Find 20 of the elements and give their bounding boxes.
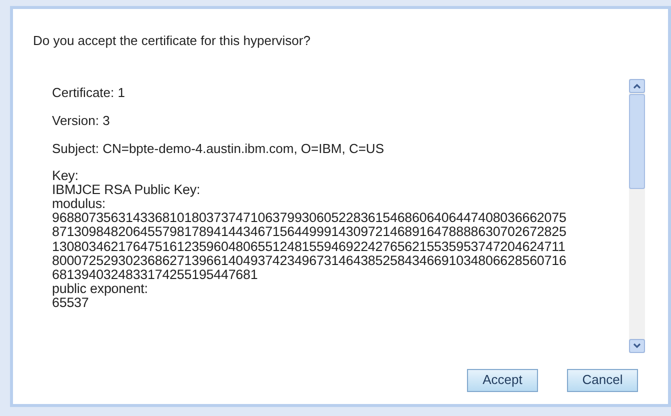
key-line: 65537: [52, 296, 89, 311]
key-line: public exponent:: [52, 282, 148, 296]
certificate-field: Version: 3: [52, 112, 110, 128]
dialog-button[interactable]: Cancel: [567, 368, 638, 392]
key-line: 1308034621764751612359604806551248155946922427656215535953747204624711: [52, 240, 566, 254]
certificate-field: Subject: CN=bpte-demo-4.austin.ibm.com, O=IBM, C=US: [52, 140, 384, 156]
scroll-up-icon[interactable]: [629, 78, 645, 92]
key-line: 8713098482064557981789414434671564499914309721468916478888630702672825: [52, 225, 566, 240]
key-line: IBMJCE RSA Public Key:: [52, 182, 200, 197]
key-line: 9688073563143368101803737471063799306052283615468606406447408036662075: [52, 211, 566, 226]
key-line: Key:: [52, 168, 78, 183]
certificate-field: Certificate: 1: [52, 84, 125, 100]
scrollbar[interactable]: [629, 78, 645, 352]
dialog-button[interactable]: Accept: [467, 368, 538, 392]
key-line: 6813940324833174255195447681: [52, 268, 258, 282]
scroll-thumb[interactable]: [629, 94, 645, 188]
scroll-down-icon[interactable]: [629, 338, 645, 352]
key-line: modulus:: [52, 196, 106, 212]
key-line: 8000725293023686271396614049374234967314643852584346691034806628560716: [52, 254, 566, 268]
dialog-question: Do you accept the certificate for this hypervisor?: [33, 32, 312, 50]
